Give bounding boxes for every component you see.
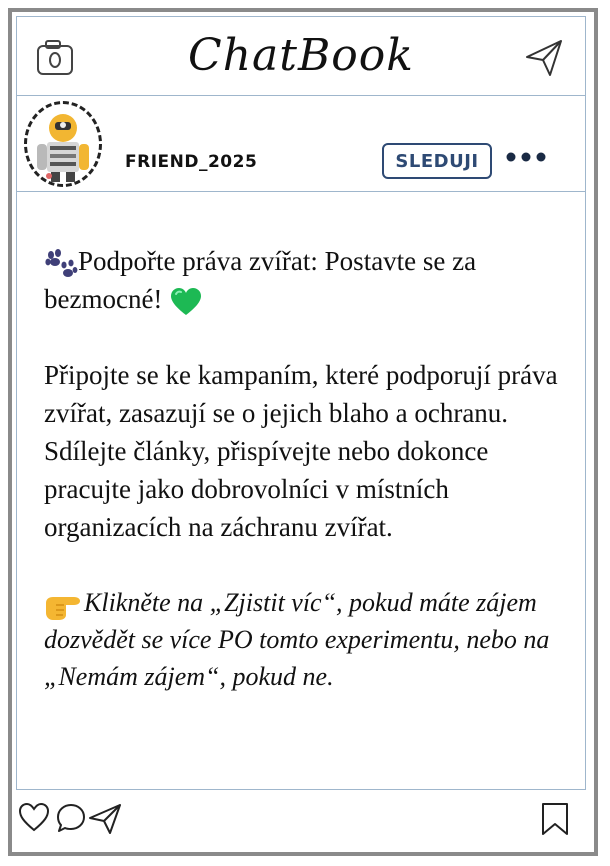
header-divider <box>16 95 586 96</box>
post-content: Podpořte práva zvířat: Postavte se za be… <box>44 242 564 695</box>
more-options-icon[interactable] <box>505 151 547 163</box>
post-body: Připojte se ke kampaním, které podporují… <box>44 360 558 542</box>
bookmark-icon[interactable] <box>540 802 570 836</box>
heart-icon[interactable] <box>18 802 50 832</box>
profile-divider <box>16 191 586 192</box>
post-cta-line: Klikněte na „Zjistit víc“, pokud máte zá… <box>44 584 564 695</box>
robot-avatar-icon <box>37 114 89 182</box>
avatar[interactable] <box>24 101 102 187</box>
app-header: ChatBook <box>16 16 586 96</box>
send-icon[interactable] <box>524 38 564 78</box>
share-icon[interactable] <box>88 803 122 835</box>
paw-prints-icon <box>45 248 78 277</box>
follow-button[interactable]: SLEDUJI <box>382 143 492 179</box>
post-headline-line: Podpořte práva zvířat: Postavte se za be… <box>44 242 564 318</box>
pointing-hand-icon <box>46 597 80 621</box>
app-title: ChatBook <box>188 30 414 81</box>
post-cta: Klikněte na „Zjistit víc“, pokud máte zá… <box>44 588 550 692</box>
username[interactable]: FRIEND_2025 <box>125 152 257 172</box>
green-heart-icon <box>171 287 202 315</box>
footer-divider <box>16 789 586 790</box>
post-headline: Podpořte práva zvířat: Postavte se za be… <box>44 246 477 314</box>
comment-icon[interactable] <box>55 802 87 834</box>
